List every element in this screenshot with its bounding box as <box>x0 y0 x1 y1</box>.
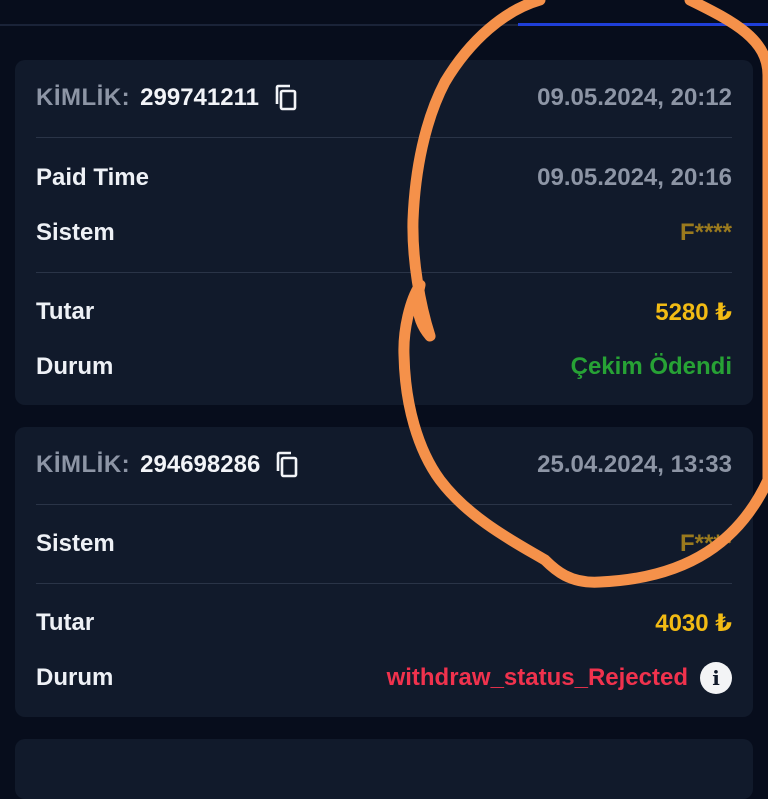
id-label: KİMLİK: <box>36 451 131 478</box>
paid-time-label: Paid Time <box>36 164 149 191</box>
id-label: KİMLİK: <box>36 84 131 111</box>
system-value: F**** <box>679 530 732 557</box>
status-value: withdraw_status_Rejected <box>386 664 688 691</box>
status-value: Çekim Ödendi <box>570 353 732 380</box>
system-label: Sistem <box>36 530 115 557</box>
amount-label: Tutar <box>36 609 95 636</box>
divider <box>36 272 732 273</box>
created-date: 09.05.2024, 20:12 <box>537 84 732 111</box>
paid-time-value: 09.05.2024, 20:16 <box>537 164 732 191</box>
status-label: Durum <box>36 353 114 380</box>
transaction-card[interactable]: KİMLİK: 294698286 25.04.2024, 13:33 Sist… <box>15 427 753 717</box>
transaction-card[interactable]: KİMLİK: 299741211 09.05.2024, 20:12 Paid… <box>15 60 753 405</box>
divider <box>36 137 732 138</box>
transaction-id: KİMLİK: 299741211 <box>36 84 299 112</box>
amount-label: Tutar <box>36 298 95 325</box>
created-date: 25.04.2024, 13:33 <box>537 451 732 478</box>
amount-value: 5280 ₺ <box>655 298 732 326</box>
transaction-card[interactable] <box>15 739 753 799</box>
system-value: F**** <box>679 219 732 246</box>
copy-icon[interactable] <box>274 451 300 479</box>
id-value: 294698286 <box>140 451 261 478</box>
status-group: withdraw_status_Rejected i <box>387 662 732 694</box>
id-value: 299741211 <box>140 84 259 111</box>
transaction-id: KİMLİK: 294698286 <box>36 451 300 479</box>
divider <box>36 583 732 584</box>
system-label: Sistem <box>36 219 115 246</box>
copy-icon[interactable] <box>273 84 299 112</box>
tab-underline <box>0 23 768 26</box>
amount-value: 4030 ₺ <box>655 609 732 637</box>
info-icon[interactable]: i <box>700 662 732 694</box>
divider <box>36 504 732 505</box>
status-label: Durum <box>36 664 114 691</box>
active-tab-indicator <box>518 23 768 26</box>
